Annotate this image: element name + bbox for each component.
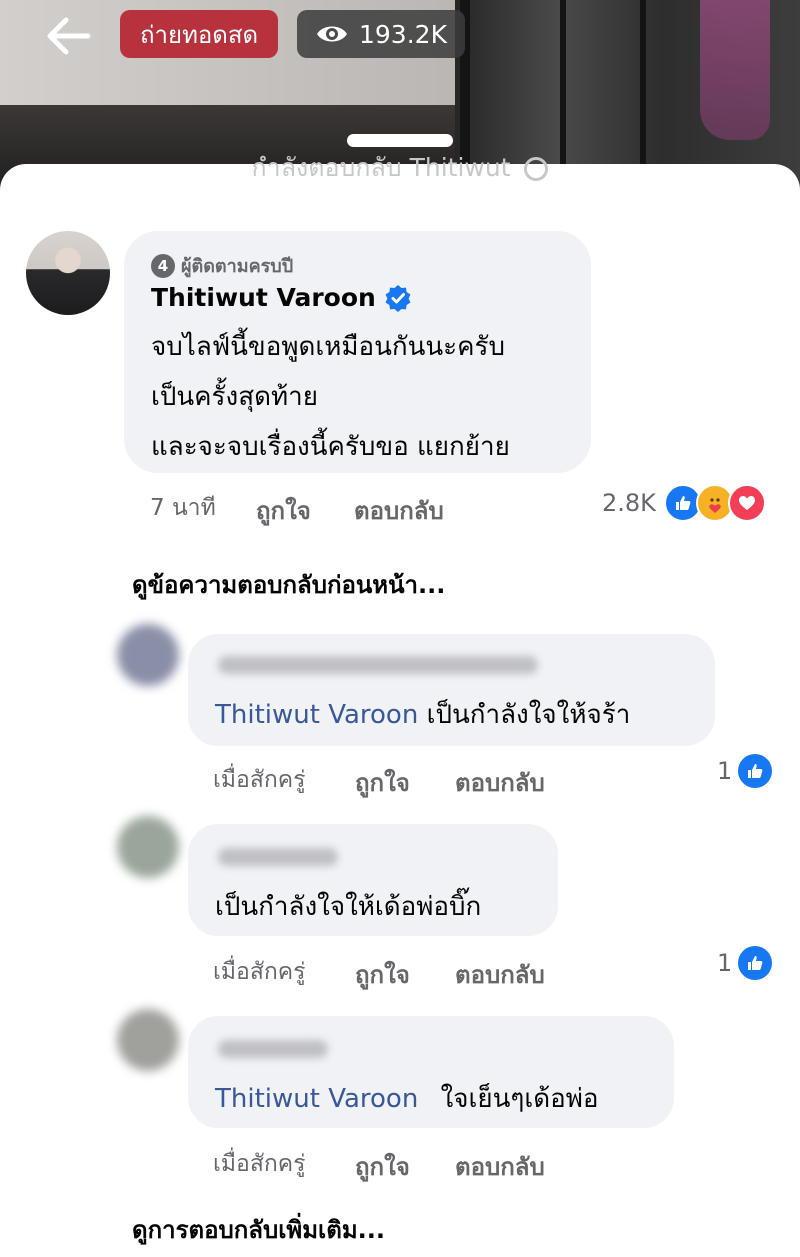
reply-reaction-summary[interactable]: 1 [717,754,773,788]
comment-author-row: Thitiwut Varoon [151,283,412,312]
like-icon [738,946,773,980]
reaction-summary[interactable]: 2.8K [602,484,766,522]
reply-avatar[interactable] [117,624,179,686]
viewer-count: 193.2K [359,19,447,49]
reply-bubble[interactable]: Thitiwut Varoon ใจเย็นๆเด้อพ่อ [188,1016,674,1128]
sheet-drag-handle[interactable] [347,134,453,147]
comment-line: เป็นครั้งสุดท้าย [151,382,318,412]
main-comment-bubble[interactable]: 4 ผู้ติดตามครบปี Thitiwut Varoon จบไลฟ์น… [124,231,591,473]
reply-text: เป็นกำลังใจให้เด้อพ่อบิ๊ก [215,892,482,922]
reply-reaction-count: 1 [717,949,733,977]
view-more-replies-link[interactable]: ดูการตอบกลับเพิ่มเติม... [132,1210,385,1249]
reply-author-name-blurred [218,848,338,866]
back-arrow-icon [47,17,91,55]
reply-sheet: กำลังตอบกลับ Thitiwut 4 ผู้ติดตามครบปี T… [0,134,800,1257]
reply-reaction-summary[interactable]: 1 [717,946,773,980]
reply-author-name-blurred [218,656,538,674]
sheet-title: กำลังตอบกลับ Thitiwut [0,148,800,188]
reply-time: เมื่อสักครู่ [213,959,306,985]
reply-time: เมื่อสักครู่ [213,1151,306,1177]
reply-bubble[interactable]: Thitiwut Varoon เป็นกำลังใจให้จร้า [188,634,715,746]
reply-time: เมื่อสักครู่ [213,767,306,793]
reply-avatar[interactable] [117,816,179,878]
comment-time: 7 นาที [150,495,216,521]
reply-like-button[interactable]: ถูกใจ [355,763,410,802]
reply-reply-button[interactable]: ตอบกลับ [455,1147,545,1186]
reply-like-button[interactable]: ถูกใจ [355,955,410,994]
reply-author-name-blurred [218,1040,328,1058]
sheet-title-text: กำลังตอบกลับ Thitiwut [251,153,511,182]
eye-icon [317,26,347,42]
globe-icon [524,157,549,181]
view-previous-replies-link[interactable]: ดูข้อความตอบกลับก่อนหน้า... [132,565,445,604]
reply-text-row: Thitiwut Varoon ใจเย็นๆเด้อพ่อ [215,1078,599,1119]
back-button[interactable] [40,10,96,62]
viewer-count-badge: 193.2K [297,10,465,58]
love-icon [727,484,766,522]
reply-like-button[interactable]: ถูกใจ [355,1147,410,1186]
reply-text: เป็นกำลังใจให้จร้า [426,700,631,730]
comment-line: จบไลฟ์นี้ขอพูดเหมือนกันนะครับ [151,332,506,362]
live-badge-label: ถ่ายทอดสด [140,20,259,49]
like-icon [738,754,773,788]
comment-author-name[interactable]: Thitiwut Varoon [151,283,376,312]
reply-text-row: เป็นกำลังใจให้เด้อพ่อบิ๊ก [215,886,481,927]
reply-mention[interactable]: Thitiwut Varoon [215,1084,418,1114]
reply-button[interactable]: ตอบกลับ [354,491,444,530]
reply-bubble[interactable]: เป็นกำลังใจให้เด้อพ่อบิ๊ก [188,824,558,936]
reply-text: ใจเย็นๆเด้อพ่อ [440,1084,599,1114]
reply-avatar[interactable] [117,1009,179,1071]
fan-badge-label: ผู้ติดตามครบปี [181,256,294,277]
top-fan-badge: 4 ผู้ติดตามครบปี [151,251,293,280]
live-badge: ถ่ายทอดสด [120,10,279,58]
video-cloth [700,0,770,140]
reaction-count: 2.8K [602,489,656,517]
reply-reply-button[interactable]: ตอบกลับ [455,763,545,802]
reply-reaction-count: 1 [717,757,733,785]
reply-reply-button[interactable]: ตอบกลับ [455,955,545,994]
verified-badge-icon [385,284,411,312]
fan-level-icon: 4 [151,253,175,278]
reply-text-row: Thitiwut Varoon เป็นกำลังใจให้จร้า [215,694,630,735]
comment-line: และจะจบเรื่องนี้ครับขอ แยกย้าย [151,432,510,462]
author-avatar[interactable] [26,231,110,315]
like-button[interactable]: ถูกใจ [256,491,311,530]
reply-mention[interactable]: Thitiwut Varoon [215,700,418,730]
